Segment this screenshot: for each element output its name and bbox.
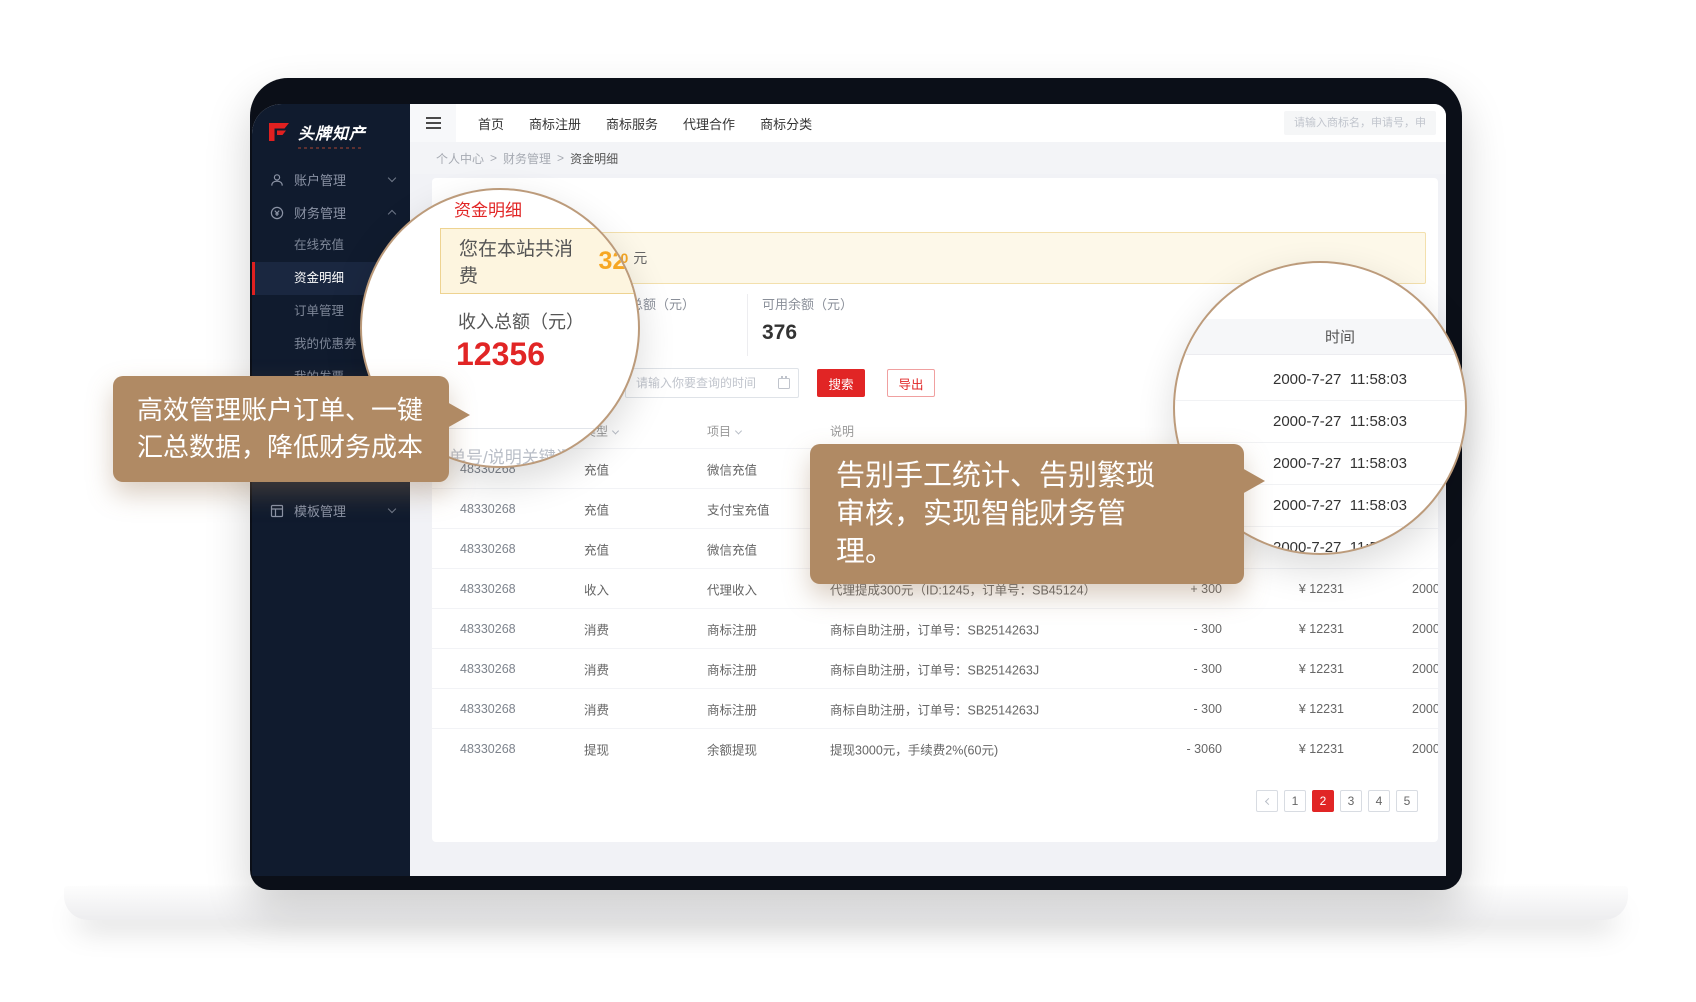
sidebar: 头牌知产 账户管理 财务管理 (252, 104, 410, 876)
pagination: 1 2 3 4 5 (1256, 790, 1418, 812)
brand-name: 头牌知产 (298, 126, 366, 143)
lens-time-row: 2000-7-27 11:58:03 (1175, 359, 1465, 401)
time-query-input[interactable] (625, 368, 799, 398)
lens-income-label: 收入总额（元） (458, 308, 584, 334)
sidebar-item-label: 模板管理 (294, 501, 346, 520)
breadcrumb: 个人中心 > 财务管理 > 资金明细 (410, 142, 1446, 174)
nav-item-trademark-classification[interactable]: 商标分类 (760, 114, 812, 133)
sidebar-item-label: 财务管理 (294, 203, 346, 222)
chevron-down-icon (388, 505, 396, 513)
nav-item-trademark-services[interactable]: 商标服务 (606, 114, 658, 133)
user-icon (269, 172, 285, 188)
column-header-project[interactable]: 项目 (707, 423, 741, 440)
callout-arrow-icon (1242, 468, 1265, 494)
nav-item-home[interactable]: 首页 (478, 114, 504, 133)
breadcrumb-finance[interactable]: 财务管理 (503, 150, 551, 167)
sidebar-item-template[interactable]: 模板管理 (252, 494, 410, 527)
lens-notice-bar: 您在本站共消费 32124 (440, 228, 640, 294)
breadcrumb-current: 资金明细 (570, 150, 618, 167)
template-icon (269, 503, 285, 519)
chevron-left-icon (1264, 797, 1271, 804)
callout-arrow-icon (447, 402, 470, 428)
nav-item-trademark-registration[interactable]: 商标注册 (529, 114, 581, 133)
search-button[interactable]: 搜索 (817, 369, 865, 397)
trademark-search-input[interactable] (1284, 111, 1436, 135)
chevron-down-icon (735, 427, 742, 434)
calendar-icon[interactable] (778, 378, 790, 389)
breadcrumb-personal-center[interactable]: 个人中心 (436, 150, 484, 167)
top-navbar: 首页 商标注册 商标服务 代理合作 商标分类 (410, 104, 1446, 142)
page-button-1[interactable]: 1 (1284, 790, 1306, 812)
callout-left: 高效管理账户订单、一键 汇总数据，降低财务成本 (113, 376, 449, 482)
sidebar-item-label: 账户管理 (294, 170, 346, 189)
page-button-5[interactable]: 5 (1396, 790, 1418, 812)
sidebar-item-account[interactable]: 账户管理 (252, 163, 410, 196)
brand-logo: 头牌知产 (252, 104, 410, 163)
page-button-3[interactable]: 3 (1340, 790, 1362, 812)
page-button-2[interactable]: 2 (1312, 790, 1334, 812)
finance-icon (269, 205, 285, 221)
lens-time-row: 2000-7-27 11:58:03 (1175, 401, 1465, 443)
column-header-desc: 说明 (830, 423, 854, 440)
stat-available-balance: 可用余额（元） 376 (747, 294, 905, 356)
lens-time-header: 时间 (1175, 319, 1465, 355)
lens-keyword-input: 订单号/说明关键词 (417, 428, 640, 468)
chevron-down-icon (388, 174, 396, 182)
stage: 头牌知产 账户管理 财务管理 (0, 0, 1696, 1002)
brand-tagline-dots (298, 147, 364, 149)
chevron-up-icon (388, 210, 396, 218)
breadcrumb-separator: > (557, 151, 564, 165)
callout-right: 告别手工统计、告别繁琐 审核，实现智能财务管 理。 (810, 444, 1244, 584)
table-row: 48330268 消费 商标注册 商标自助注册，订单号：SB2514263J -… (432, 648, 1438, 688)
breadcrumb-separator: > (490, 151, 497, 165)
lens-tab-label: 资金明细 (454, 196, 522, 221)
table-row: 48330268 消费 商标注册 商标自助注册，订单号：SB2514263J -… (432, 688, 1438, 728)
table-row: 48330268 消费 商标注册 商标自助注册，订单号：SB2514263J -… (432, 608, 1438, 648)
sidebar-item-finance[interactable]: 财务管理 (252, 196, 410, 229)
top-menu: 首页 商标注册 商标服务 代理合作 商标分类 (478, 114, 812, 133)
lens-income-value: 12356 (456, 336, 545, 373)
laptop-base (64, 886, 1628, 920)
hamburger-icon (426, 122, 441, 124)
nav-item-agency-cooperation[interactable]: 代理合作 (683, 114, 735, 133)
export-button[interactable]: 导出 (887, 369, 935, 397)
brand-logo-icon (268, 122, 290, 147)
prev-page-button[interactable] (1256, 790, 1278, 812)
table-row: 48330268 提现 余额提现 提现3000元，手续费2%(60元) - 30… (432, 728, 1438, 768)
page-button-4[interactable]: 4 (1368, 790, 1390, 812)
hamburger-menu-button[interactable] (410, 104, 456, 142)
